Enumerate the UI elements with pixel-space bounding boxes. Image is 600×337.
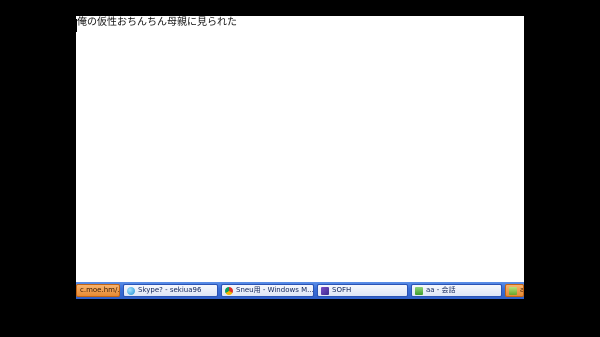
chat-icon bbox=[509, 286, 517, 295]
taskbar-item-label: Skype? - sekiua96 bbox=[138, 286, 202, 294]
taskbar-item-2[interactable]: Skype? - sekiua96 bbox=[123, 284, 218, 297]
taskbar-item-label: c.moe.hm/... bbox=[80, 286, 120, 294]
chrome-icon bbox=[225, 286, 233, 295]
taskbar-item-label: aa - 会話 bbox=[426, 286, 456, 294]
skype-icon bbox=[127, 286, 135, 295]
taskbar-item-label: Sneu用 - Windows M... bbox=[236, 286, 314, 294]
screen-area: 俺の仮性おちんちん母親に見られた c.moe.hm/... Skype? - s… bbox=[76, 16, 524, 299]
visual-studio-icon bbox=[321, 286, 329, 295]
editor-text[interactable]: 俺の仮性おちんちん母親に見られた bbox=[77, 17, 237, 29]
taskbar-item-5[interactable]: aa - 会話 bbox=[411, 284, 502, 297]
taskbar-item-1[interactable]: c.moe.hm/... bbox=[76, 284, 120, 297]
taskbar-item-3[interactable]: Sneu用 - Windows M... bbox=[221, 284, 314, 297]
taskbar-item-label: a bbox=[520, 286, 524, 294]
taskbar-item-label: SOFH bbox=[332, 286, 352, 294]
taskbar-item-6[interactable]: a bbox=[505, 284, 524, 297]
taskbar-item-4[interactable]: SOFH bbox=[317, 284, 408, 297]
chat-icon bbox=[415, 286, 423, 295]
taskbar: c.moe.hm/... Skype? - sekiua96 Sneu用 - W… bbox=[76, 282, 524, 299]
